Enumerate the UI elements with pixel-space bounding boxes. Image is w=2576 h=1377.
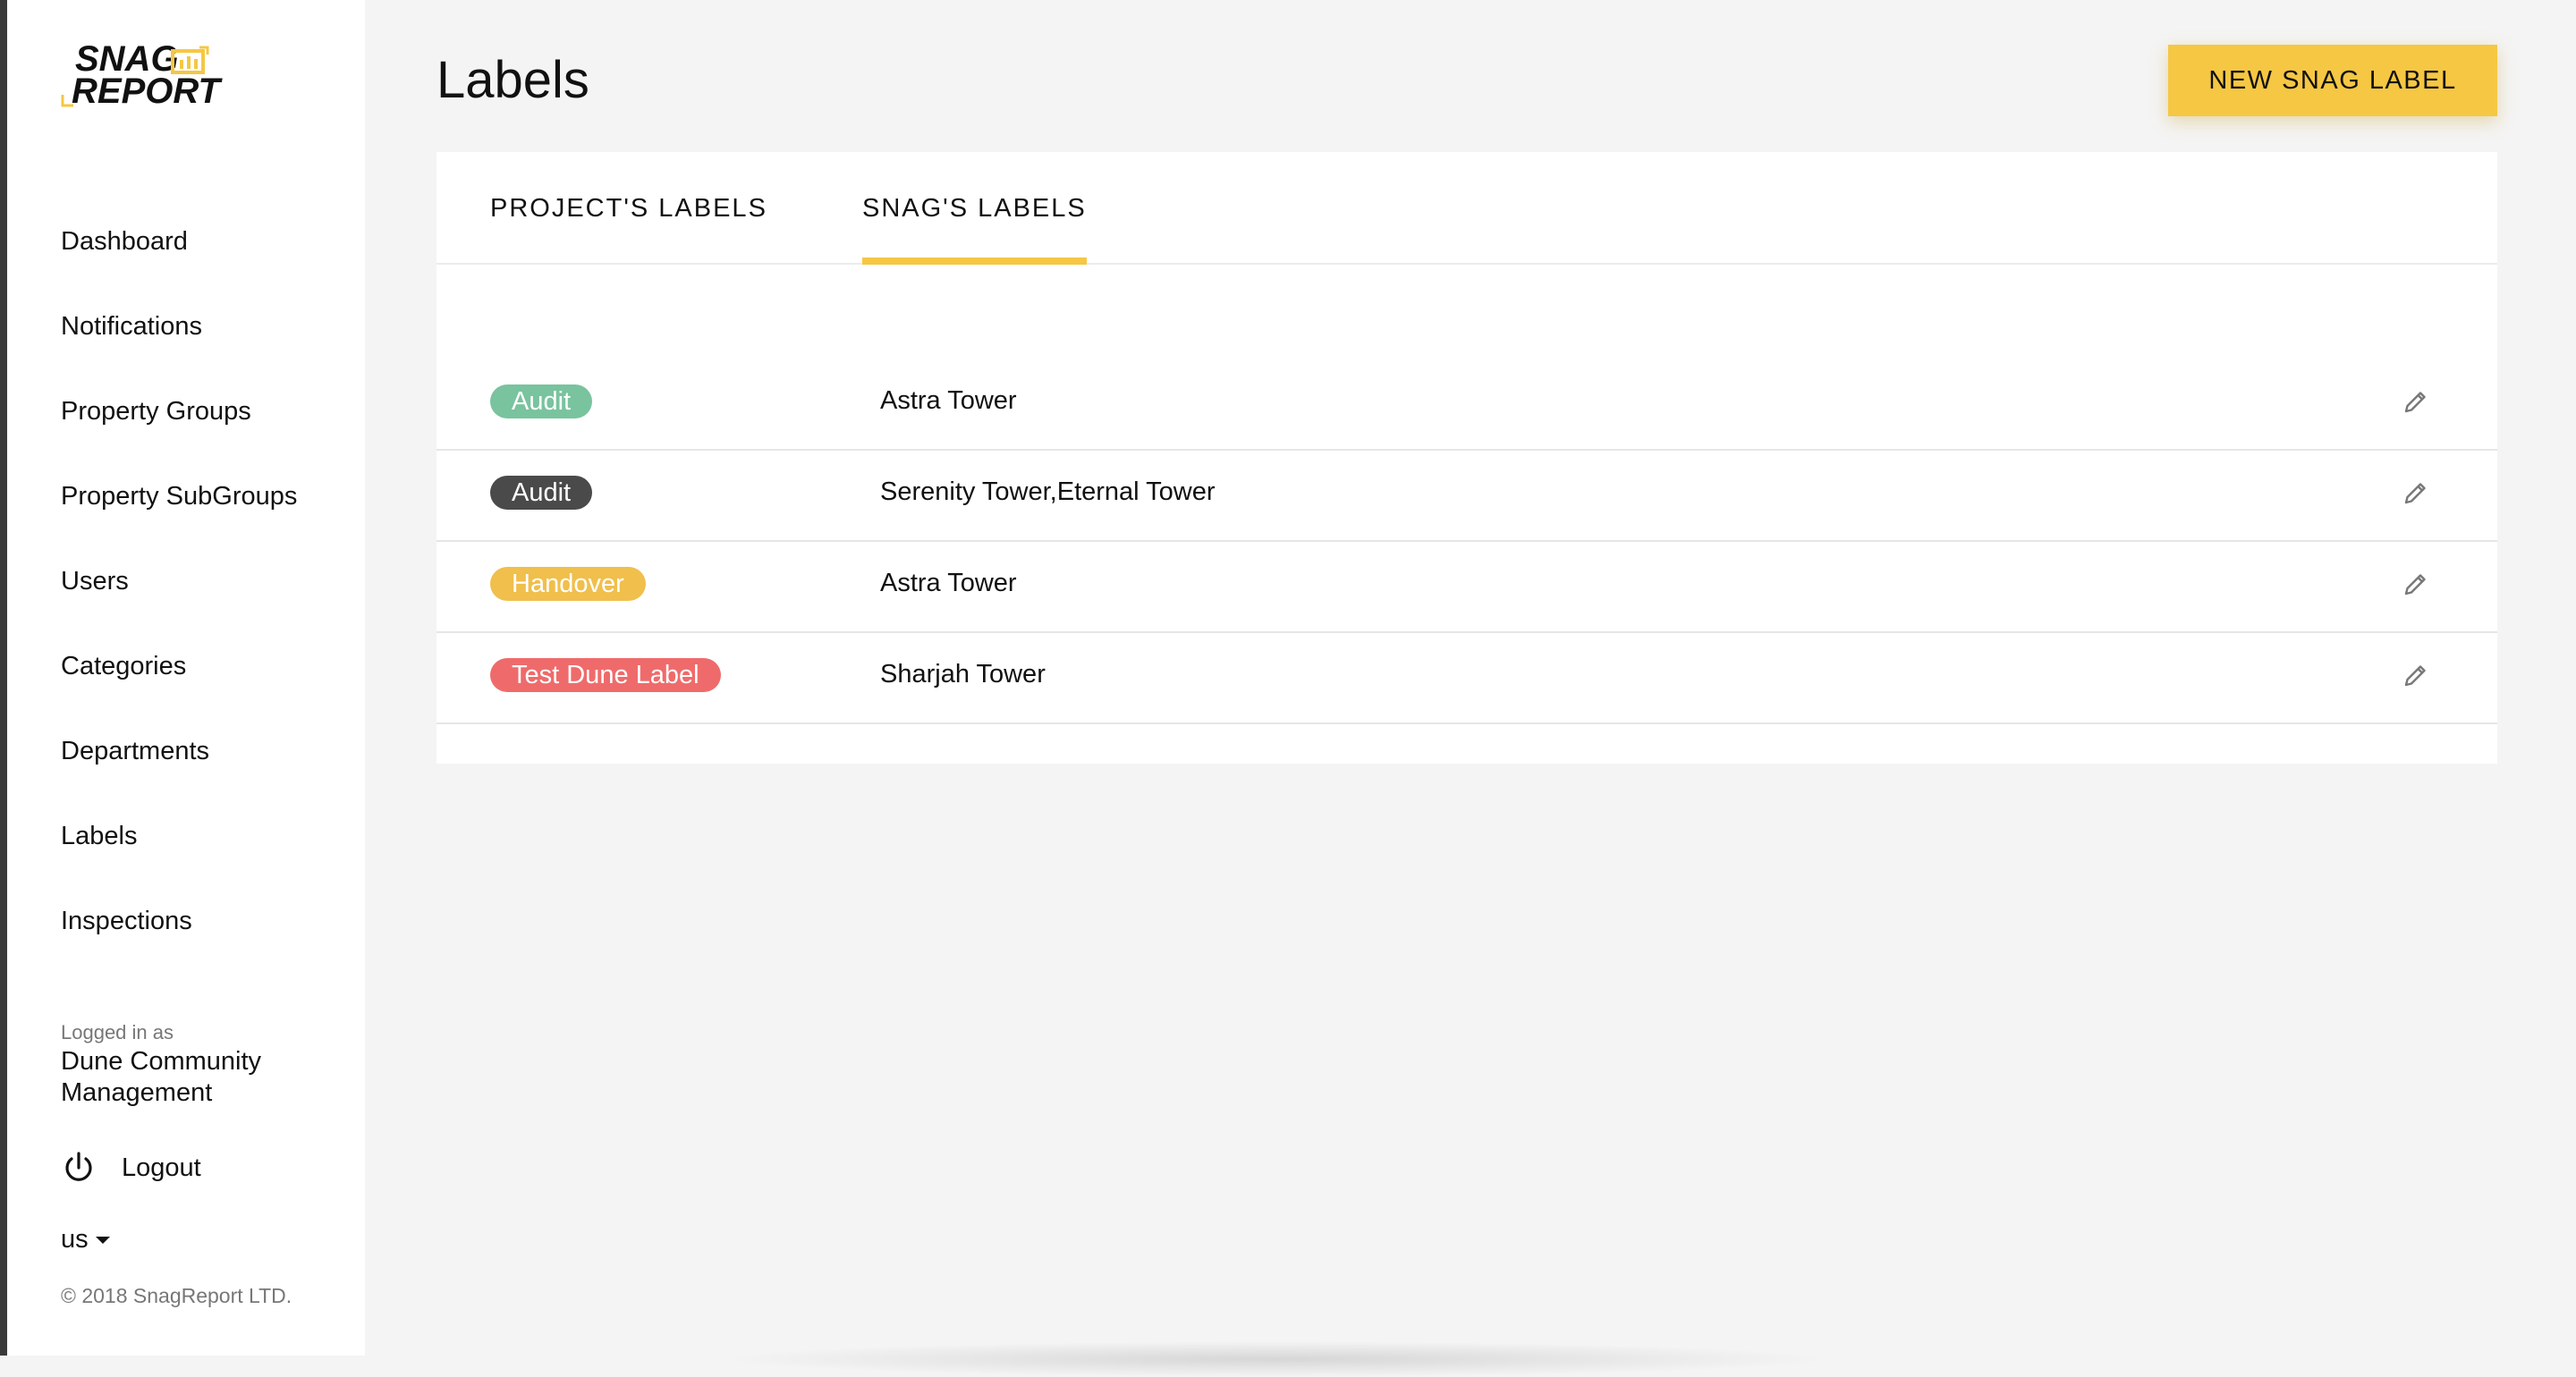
tab-label: SNAG'S LABELS <box>862 193 1087 223</box>
copyright: © 2018 SnagReport LTD. <box>61 1284 292 1307</box>
pencil-icon[interactable] <box>2397 658 2433 694</box>
scroll-shadow <box>716 1341 1834 1377</box>
sidebar-item-dashboard[interactable]: Dashboard <box>61 218 297 303</box>
label-projects: Sharjah Tower <box>880 660 1046 688</box>
logo-text-line2: REPORT <box>72 72 220 111</box>
logout-label: Logout <box>122 1153 201 1182</box>
active-tab-indicator <box>862 258 1087 265</box>
label-projects: Serenity Tower,Eternal Tower <box>880 477 1216 506</box>
label-badge: Handover <box>490 567 646 601</box>
pencil-icon[interactable] <box>2397 476 2433 511</box>
label-row: Test Dune Label Sharjah Tower <box>436 633 2497 724</box>
label-badge: Audit <box>490 476 593 510</box>
sidebar-item-inspections[interactable]: Inspections <box>61 898 297 983</box>
label-row: Audit Serenity Tower,Eternal Tower <box>436 451 2497 542</box>
labels-card: PROJECT'S LABELS SNAG'S LABELS Audit Ast… <box>436 152 2497 764</box>
sidebar-nav: Dashboard Notifications Property Groups … <box>61 218 297 983</box>
label-projects: Astra Tower <box>880 569 1017 597</box>
label-projects: Astra Tower <box>880 386 1017 415</box>
sidebar-item-property-subgroups[interactable]: Property SubGroups <box>61 473 297 558</box>
logout-button[interactable]: Logout <box>61 1148 201 1187</box>
snagreport-logo[interactable]: SNAG REPORT <box>61 41 222 114</box>
sidebar-item-labels[interactable]: Labels <box>61 813 297 898</box>
label-row: Handover Astra Tower <box>436 542 2497 633</box>
label-badge: Test Dune Label <box>490 658 721 692</box>
new-snag-label-button[interactable]: NEW SNAG LABEL <box>2168 45 2497 116</box>
label-tabs: PROJECT'S LABELS SNAG'S LABELS <box>436 152 2497 265</box>
label-row: Audit Astra Tower <box>436 359 2497 451</box>
caret-down-icon <box>95 1236 110 1244</box>
sidebar-item-notifications[interactable]: Notifications <box>61 303 297 388</box>
window-edge <box>0 0 7 1356</box>
tab-label: PROJECT'S LABELS <box>490 193 767 223</box>
logged-in-label: Logged in as <box>61 1021 174 1043</box>
sidebar: SNAG REPORT Dashboard Notifications Prop… <box>7 0 365 1356</box>
tab-projects-labels[interactable]: PROJECT'S LABELS <box>490 152 767 265</box>
sidebar-item-departments[interactable]: Departments <box>61 728 297 813</box>
labels-list: Audit Astra Tower Audit Serenity Tower,E… <box>436 359 2497 724</box>
language-selector[interactable]: us <box>61 1225 110 1255</box>
language-value: us <box>61 1225 89 1254</box>
sidebar-item-users[interactable]: Users <box>61 558 297 643</box>
sidebar-item-categories[interactable]: Categories <box>61 643 297 728</box>
power-icon <box>65 1152 92 1181</box>
pencil-icon[interactable] <box>2397 384 2433 420</box>
tab-snags-labels[interactable]: SNAG'S LABELS <box>862 152 1087 265</box>
app-window: SNAG REPORT Dashboard Notifications Prop… <box>0 0 2576 1377</box>
logo-corner-mark <box>61 95 73 107</box>
sidebar-item-property-groups[interactable]: Property Groups <box>61 388 297 473</box>
label-badge: Audit <box>490 384 593 418</box>
logged-in-user-name: Dune Community Management <box>61 1047 262 1107</box>
page-title: Labels <box>436 51 589 109</box>
pencil-icon[interactable] <box>2397 567 2433 603</box>
report-chart-icon <box>171 46 209 74</box>
